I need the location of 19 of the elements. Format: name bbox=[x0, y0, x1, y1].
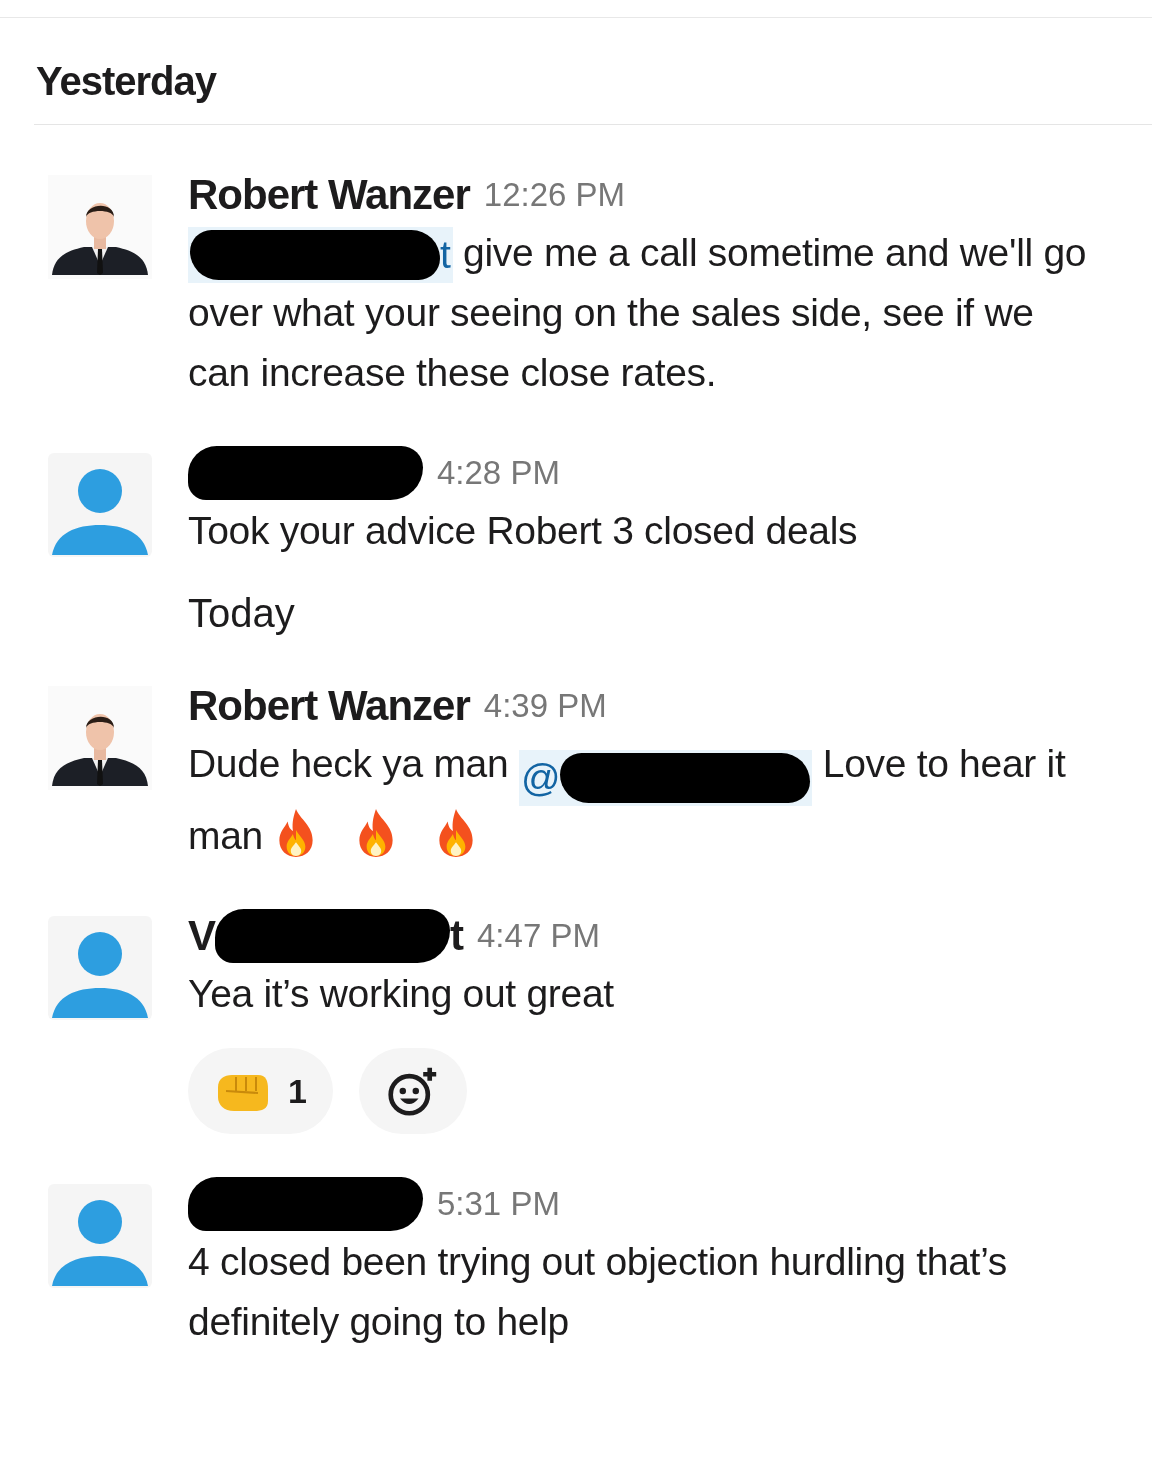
timestamp: 5:31 PM bbox=[437, 1185, 560, 1223]
day-label: Today bbox=[187, 590, 296, 636]
mention-chip[interactable]: @ bbox=[518, 750, 813, 806]
message-text: 4 closed been trying out objection hurdling that’s definitely going to help bbox=[188, 1239, 1008, 1345]
author-name: V bbox=[188, 912, 215, 960]
message-text: Yea it’s working out great bbox=[188, 971, 615, 1017]
message-text: Dude heck ya man @ Love to hear it man bbox=[188, 741, 1067, 861]
timestamp: 4:39 PM bbox=[483, 687, 607, 725]
author-name-fragment: t bbox=[450, 912, 463, 960]
message-text: Took your advice Robert 3 closed deals bbox=[188, 508, 859, 554]
timestamp: 12:26 PM bbox=[483, 176, 626, 214]
message-text: t give me a call sometime and we'll go over what your seeing on the sales side, see if we can increase these close rates. bbox=[188, 223, 1098, 403]
author-name: Robert Wanzer bbox=[188, 171, 470, 219]
reaction-button[interactable]: 1 bbox=[188, 1048, 333, 1134]
timestamp: 4:47 PM bbox=[477, 917, 600, 955]
author-name: Robert Wanzer bbox=[188, 682, 470, 730]
timestamp: 4:28 PM bbox=[437, 454, 560, 492]
day-heading: Yesterday bbox=[35, 58, 218, 105]
mention-chip[interactable]: t bbox=[188, 227, 453, 283]
